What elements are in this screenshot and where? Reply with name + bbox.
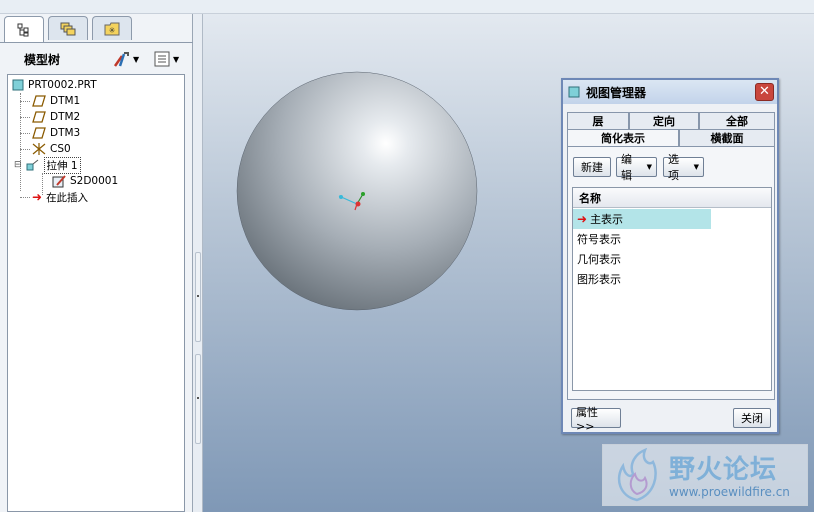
- tree-item-label: DTM3: [50, 127, 81, 139]
- tree-item-label: DTM2: [50, 111, 81, 123]
- list-item[interactable]: ➜ 主表示: [573, 209, 711, 229]
- model-tree: PRT0002.PRT DTM1 DTM2 DTM3 CS0 ⊟ 拉伸 1 S2…: [7, 74, 185, 512]
- panel-splitter[interactable]: [193, 14, 203, 512]
- tree-item-label: 拉伸 1: [43, 156, 81, 174]
- tree-item-label: CS0: [50, 143, 71, 155]
- tree-item-dtm1[interactable]: DTM1: [32, 93, 80, 109]
- tree-item-insert-here[interactable]: ➜ 在此插入: [32, 189, 88, 205]
- tab-favorites[interactable]: ✳: [92, 16, 132, 40]
- tab-xsec[interactable]: 横截面: [679, 129, 775, 146]
- tab-layers[interactable]: 层: [567, 112, 629, 129]
- tree-item-label: S2D0001: [70, 175, 119, 187]
- button-label: 新建: [581, 161, 603, 174]
- datum-plane-icon: [32, 127, 46, 139]
- tree-item-label: PRT0002.PRT: [28, 79, 97, 91]
- splitter-grip[interactable]: [195, 252, 201, 342]
- close-icon[interactable]: ✕: [755, 83, 774, 101]
- sketch-icon: [52, 175, 66, 188]
- list-item-label: 图形表示: [577, 273, 621, 286]
- model-tree-toolbar: 模型树 ▼ ▼: [0, 42, 193, 72]
- dialog-title: 视图管理器: [586, 85, 647, 100]
- list-item[interactable]: 图形表示: [573, 269, 711, 289]
- tree-item-sketch[interactable]: S2D0001: [52, 173, 118, 189]
- tree-item-label: 在此插入: [46, 191, 89, 204]
- dialog-titlebar[interactable]: 视图管理器: [563, 80, 777, 104]
- insert-here-arrow-icon: ➜: [32, 190, 43, 204]
- tab-orient[interactable]: 定向: [629, 112, 699, 129]
- chevron-down-icon: ▼: [133, 54, 140, 64]
- button-label: 选项: [668, 153, 679, 182]
- datum-plane-icon: [32, 111, 46, 123]
- layers-icon: [60, 22, 76, 35]
- window-top-strip: [0, 0, 814, 14]
- list-item-label: 主表示: [590, 213, 624, 226]
- tree-connector: [20, 149, 30, 150]
- properties-button[interactable]: 属性>>: [571, 406, 621, 433]
- list-item-label: 几何表示: [577, 253, 621, 266]
- chevron-down-icon: ▼: [646, 163, 652, 171]
- list-item-label: 符号表示: [577, 233, 621, 246]
- model-tree-icon: [17, 23, 29, 36]
- tab-layers[interactable]: [48, 16, 88, 40]
- tree-item-dtm3[interactable]: DTM3: [32, 125, 80, 141]
- new-button[interactable]: 新建: [573, 157, 611, 177]
- svg-text:✳: ✳: [109, 26, 116, 35]
- button-label: 编辑: [621, 153, 632, 182]
- active-arrow-icon: ➜: [577, 212, 588, 226]
- list-column-header[interactable]: 名称: [573, 188, 771, 208]
- extrude-icon: [26, 159, 38, 171]
- edit-dropdown[interactable]: 编辑 ▼: [616, 153, 657, 182]
- tree-connector: [20, 133, 30, 134]
- tree-connector: [20, 197, 30, 198]
- view-manager-icon: [568, 86, 580, 98]
- button-label: 属性>>: [576, 405, 598, 433]
- watermark-title: 野火论坛: [669, 455, 778, 485]
- flame-logo-icon: [617, 448, 657, 502]
- sphere-model[interactable]: [236, 71, 478, 311]
- tree-connector: [20, 93, 21, 191]
- tree-settings-button[interactable]: ▼: [112, 49, 139, 69]
- splitter-grip[interactable]: [195, 354, 201, 444]
- model-tree-title: 模型树: [24, 53, 61, 67]
- favorites-folder-icon: ✳: [104, 22, 120, 35]
- collapse-icon: ⊟: [14, 160, 22, 170]
- button-label: 关闭: [741, 412, 763, 425]
- tree-item-dtm2[interactable]: DTM2: [32, 109, 80, 125]
- tab-simplified-rep[interactable]: 简化表示: [567, 129, 679, 146]
- tree-connector: [20, 117, 30, 118]
- tree-item-label: DTM1: [50, 95, 81, 107]
- simplified-rep-list: 名称 ➜ 主表示 符号表示 几何表示 图形表示: [572, 187, 772, 391]
- simplified-rep-panel: 新建 编辑 ▼ 选项 ▼ 名称 ➜ 主表示 符号表示 几何表示 图形表示: [567, 146, 775, 400]
- tree-item-extrude[interactable]: ⊟ 拉伸 1: [14, 156, 81, 174]
- chevron-down-icon: ▼: [693, 163, 699, 171]
- tools-icon: [113, 52, 129, 67]
- list-item[interactable]: 符号表示: [573, 229, 711, 249]
- site-watermark: 野火论坛 www.proewildfire.cn: [602, 444, 808, 506]
- tree-item-root[interactable]: PRT0002.PRT: [12, 77, 97, 93]
- navigator-panel: ✳ 模型树 ▼ ▼ PRT0002.PRT DTM1 DTM2 DTM3 CS0…: [0, 14, 193, 512]
- list-icon: [154, 51, 170, 67]
- coordinate-system-icon: [32, 143, 46, 155]
- close-button[interactable]: 关闭: [733, 408, 771, 428]
- watermark-url: www.proewildfire.cn: [669, 485, 790, 499]
- part-icon: [12, 79, 24, 91]
- chevron-down-icon: ▼: [173, 54, 180, 64]
- options-dropdown[interactable]: 选项 ▼: [663, 153, 704, 182]
- tree-show-button[interactable]: ▼: [154, 49, 179, 69]
- view-manager-dialog: 视图管理器 ✕ 层 定向 全部 简化表示 横截面 新建 编辑 ▼ 选项 ▼ 名称…: [561, 78, 779, 434]
- tree-connector: [20, 101, 30, 102]
- tab-all[interactable]: 全部: [699, 112, 775, 129]
- list-item[interactable]: 几何表示: [573, 249, 711, 269]
- tree-item-cs0[interactable]: CS0: [32, 141, 71, 157]
- datum-plane-icon: [32, 95, 46, 107]
- tab-model-tree[interactable]: [4, 16, 44, 42]
